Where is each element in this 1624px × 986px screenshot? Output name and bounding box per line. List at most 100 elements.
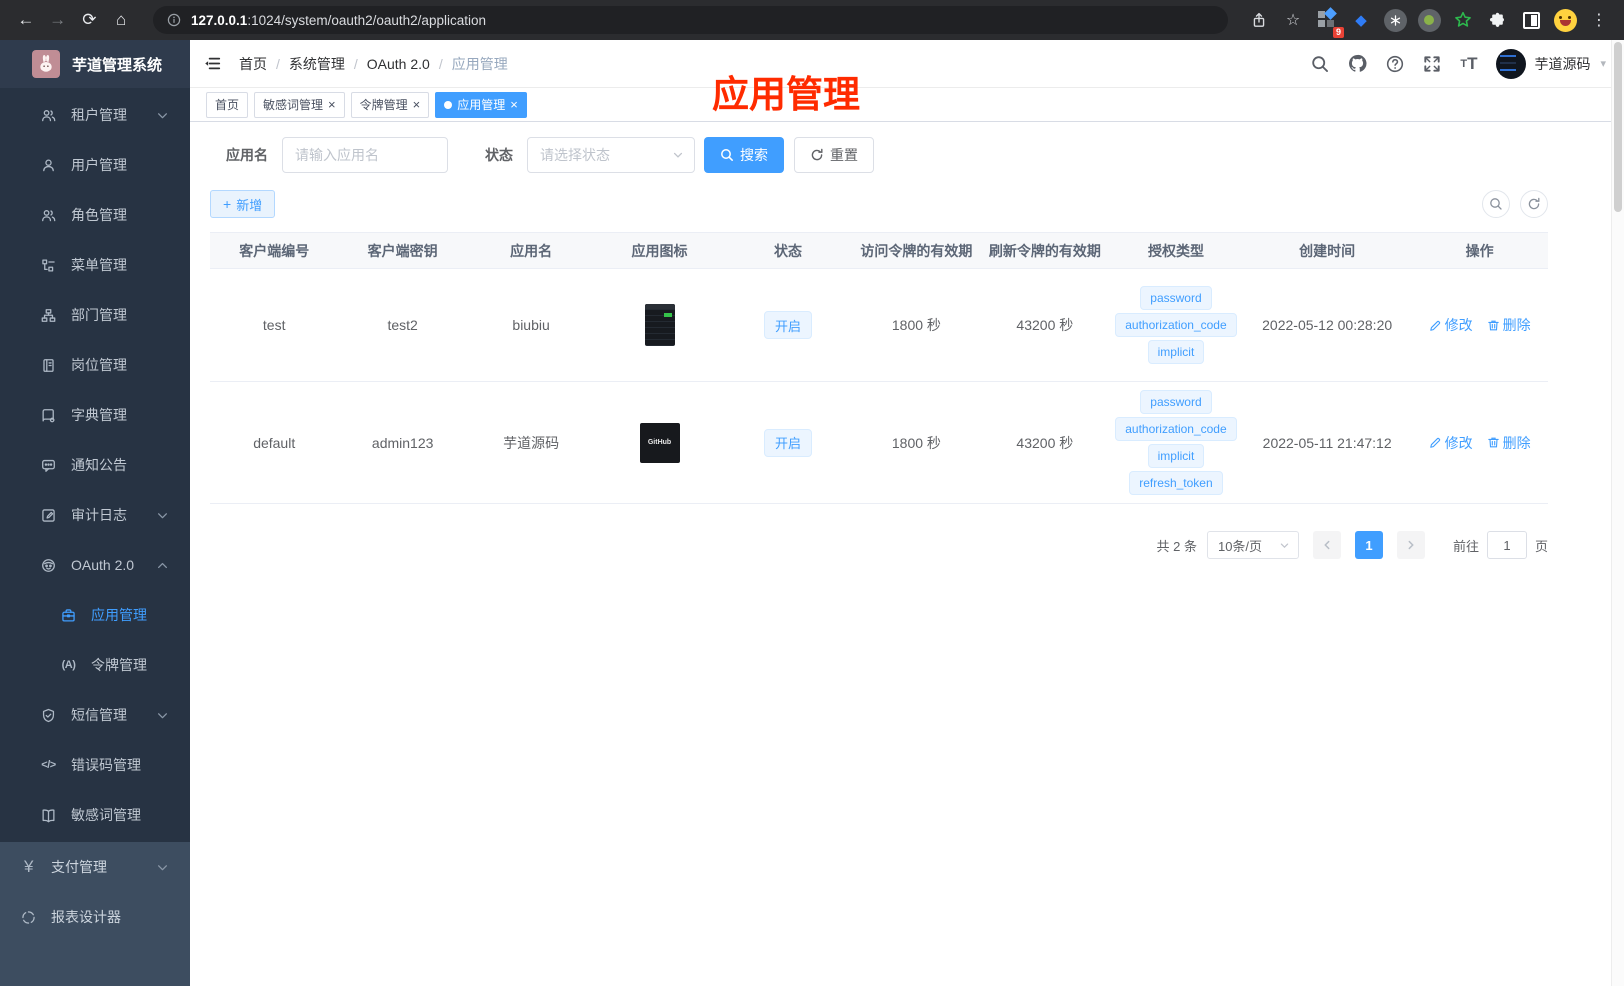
sidebar-item-menu-tree[interactable]: 菜单管理	[0, 240, 190, 290]
command-extension-icon[interactable]	[1380, 5, 1410, 35]
help-icon[interactable]	[1386, 55, 1404, 73]
page-scrollbar[interactable]	[1611, 40, 1624, 986]
delete-icon	[1487, 437, 1499, 448]
split-screen-icon[interactable]	[1516, 5, 1546, 35]
status-select-placeholder: 请选择状态	[540, 147, 610, 163]
breadcrumb-item[interactable]: OAuth 2.0	[367, 56, 430, 72]
extension-tiles-icon[interactable]: 9	[1312, 5, 1344, 38]
search-icon	[721, 149, 733, 161]
delete-link[interactable]: 删除	[1487, 315, 1531, 335]
browser-reload-button[interactable]: ⟳	[74, 4, 106, 36]
browser-back-button[interactable]: ←	[10, 4, 42, 36]
app-icon-screenshot	[644, 304, 675, 346]
puzzle-extensions-icon[interactable]	[1482, 5, 1512, 35]
sidebar-item-audit-log[interactable]: 审计日志	[0, 490, 190, 540]
sidebar-item-users[interactable]: 租户管理	[0, 90, 190, 140]
edit-link[interactable]: 修改	[1429, 433, 1473, 453]
add-button[interactable]: + 新增	[210, 190, 276, 218]
sidebar-item-badge[interactable]: 岗位管理	[0, 340, 190, 390]
sidebar-item-users[interactable]: 角色管理	[0, 190, 190, 240]
sidebar: 芋道管理系统 租户管理 用户管理 角色管理 菜单管理 部门管理 岗位管理 字典管理 通知公告审…	[0, 40, 190, 986]
sidebar-item-application[interactable]: 应用管理	[0, 590, 190, 640]
sidebar-item-token[interactable]: (A) 令牌管理	[0, 640, 190, 690]
sidebar-item-dictionary[interactable]: 字典管理	[0, 390, 190, 440]
column-header: 客户端编号	[239, 242, 310, 259]
edit-icon	[1429, 320, 1440, 331]
site-info-icon[interactable]	[167, 13, 181, 27]
cell-client_id: default	[253, 434, 296, 451]
logo-rabbit-icon	[32, 50, 60, 78]
tab-首页[interactable]: 首页	[206, 91, 249, 118]
tab-应用管理[interactable]: 应用管理 ×	[435, 91, 527, 118]
prev-page-button[interactable]	[1312, 531, 1341, 559]
github-icon[interactable]	[1348, 54, 1367, 73]
address-bar[interactable]: 127.0.0.1:1024/system/oauth2/oauth2/appl…	[153, 6, 1228, 34]
chevron-down-icon	[155, 860, 170, 875]
sidebar-item-error-code[interactable]: </> 错误码管理	[0, 740, 190, 790]
refresh-table-button[interactable]	[1520, 190, 1548, 218]
close-icon[interactable]: ×	[510, 98, 518, 111]
app-name-input[interactable]	[282, 137, 448, 173]
grant-type-tag: authorization_code	[1115, 417, 1237, 441]
sidebar-item-user[interactable]: 用户管理	[0, 140, 190, 190]
column-header: 应用图标	[631, 242, 688, 259]
green-star-extension-icon[interactable]	[1448, 5, 1478, 35]
active-dot-icon	[444, 100, 453, 109]
breadcrumb-separator: /	[353, 55, 358, 72]
sidebar-item-org-chart[interactable]: 部门管理	[0, 290, 190, 340]
tab-令牌管理[interactable]: 令牌管理 ×	[350, 91, 430, 118]
scrollbar-thumb[interactable]	[1614, 42, 1622, 212]
sidebar-item-sms-shield[interactable]: 短信管理	[0, 690, 190, 740]
status-select[interactable]: 请选择状态	[527, 137, 695, 173]
error-code-icon: </>	[41, 759, 56, 771]
font-size-icon[interactable]: TT	[1460, 54, 1477, 74]
breadcrumb-item[interactable]: 首页	[239, 54, 267, 74]
user-menu[interactable]: 芋道源码 ▾	[1496, 48, 1606, 79]
token-icon: (A)	[61, 659, 76, 671]
fullscreen-icon[interactable]	[1423, 55, 1441, 73]
chevron-down-icon	[1279, 540, 1290, 551]
browser-forward-button[interactable]: →	[42, 4, 74, 36]
browser-menu-icon[interactable]: ⋮	[1584, 5, 1614, 35]
grant-type-tag: password	[1140, 286, 1212, 310]
sidebar-item-payment-yen[interactable]: ¥ 支付管理	[0, 842, 190, 892]
search-button[interactable]: 搜索	[704, 137, 784, 173]
cell-client_secret: admin123	[371, 434, 434, 451]
sidebar-item-oauth[interactable]: OAuth 2.0	[0, 540, 190, 590]
sidebar-collapse-icon[interactable]	[204, 55, 221, 72]
sidebar-item-announcement[interactable]: 通知公告	[0, 440, 190, 490]
cell-actions: 修改 删除	[1411, 433, 1547, 453]
sidebar-item-sensitive-word[interactable]: 敏感词管理	[0, 790, 190, 840]
reset-button[interactable]: 重置	[794, 137, 874, 173]
app-logo[interactable]: 芋道管理系统	[0, 40, 190, 88]
profile-avatar-icon[interactable]	[1550, 5, 1580, 35]
bookmark-star-icon[interactable]: ☆	[1278, 5, 1308, 35]
user-avatar	[1496, 48, 1527, 79]
audit-log-icon	[40, 508, 57, 523]
user-icon	[40, 158, 57, 173]
breadcrumb: 首页 / 系统管理 / OAuth 2.0 / 应用管理	[239, 54, 508, 74]
next-page-button[interactable]	[1396, 531, 1425, 559]
sidebar-item-report-designer[interactable]: 报表设计器	[0, 892, 190, 942]
close-icon[interactable]: ×	[413, 98, 421, 111]
close-icon[interactable]: ×	[328, 98, 336, 111]
goto-page-input[interactable]	[1486, 531, 1527, 559]
gem-extension-icon[interactable]: ◆	[1346, 5, 1376, 35]
edit-link[interactable]: 修改	[1429, 315, 1473, 335]
column-header: 刷新令牌的有效期	[988, 242, 1101, 259]
record-extension-icon[interactable]	[1414, 5, 1444, 35]
delete-link[interactable]: 删除	[1487, 433, 1531, 453]
tab-敏感词管理[interactable]: 敏感词管理 ×	[254, 91, 345, 118]
share-icon[interactable]	[1244, 5, 1274, 35]
search-icon[interactable]	[1311, 55, 1329, 73]
browser-home-button[interactable]: ⌂	[105, 4, 137, 36]
url-text: 127.0.0.1:1024/system/oauth2/oauth2/appl…	[191, 12, 486, 28]
user-name: 芋道源码	[1534, 55, 1591, 72]
breadcrumb-item[interactable]: 系统管理	[289, 54, 345, 74]
oauth-icon	[40, 558, 57, 573]
page-number-button[interactable]: 1	[1354, 531, 1383, 559]
cell-actions: 修改 删除	[1411, 315, 1547, 335]
cell-access_ttl: 1800 秒	[891, 434, 941, 451]
page-size-select[interactable]: 10条/页	[1206, 531, 1299, 559]
toggle-search-button[interactable]	[1482, 190, 1510, 218]
